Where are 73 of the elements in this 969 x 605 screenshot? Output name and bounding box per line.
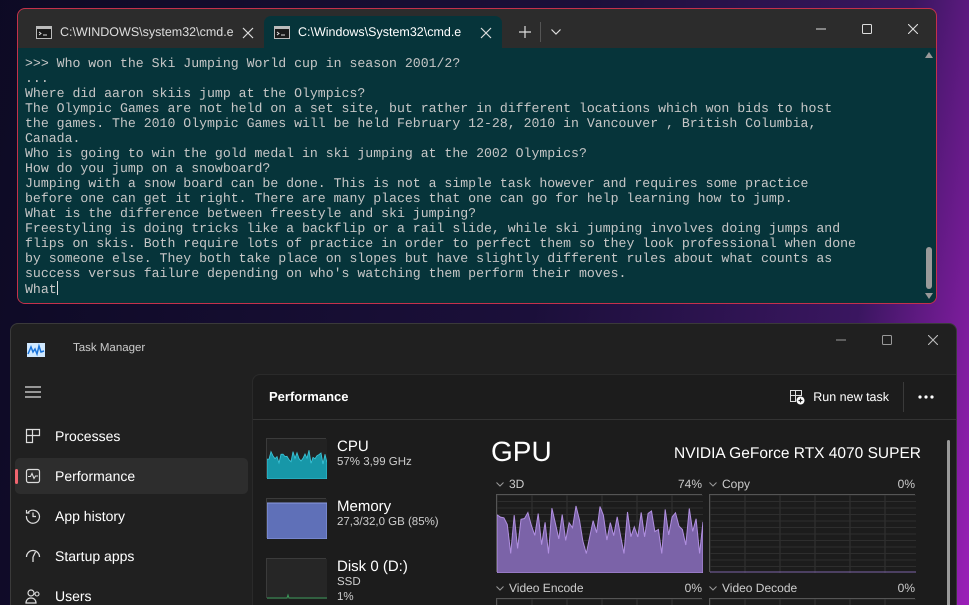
nav-item[interactable]: App history — [15, 498, 248, 534]
terminal-line: before one can get it right. There are many places that one can go for help learning how to jump. — [25, 191, 794, 206]
grid-icon — [25, 428, 41, 444]
resource-name[interactable]: Memory — [337, 498, 439, 515]
resource-detail: 27,3/32,0 GB (85%) — [337, 515, 439, 530]
memory-graph[interactable] — [267, 499, 327, 539]
run-task-icon — [789, 389, 806, 405]
page-title: Performance — [269, 388, 350, 406]
terminal-line: Who is going to win the gold medal in ski jumping at the 2002 Olympics? — [25, 146, 588, 161]
scrollbar-thumb[interactable] — [926, 247, 932, 289]
engine-name: 3D — [509, 476, 526, 493]
terminal-line: The Olympic Games are not held on a set site, but rather in different locations which won bids to host — [25, 101, 834, 116]
terminal-line: by someone else. They both take place on slopes but have slightly different rules about what counts as — [25, 251, 834, 266]
scroll-up-icon[interactable] — [925, 52, 933, 58]
gauge-icon — [25, 548, 41, 564]
terminal-line: How do you jump on a snowboard? — [25, 161, 272, 176]
plus-icon[interactable] — [519, 26, 531, 38]
nav-item[interactable]: Performance — [15, 458, 248, 494]
resource-name[interactable]: Disk 0 (D:) — [337, 558, 408, 575]
more-icon[interactable] — [918, 395, 934, 399]
cpu-graph[interactable] — [267, 439, 327, 479]
terminal-line: success versus failure depending on who's watching them perform their moves. — [25, 266, 628, 281]
terminal-line: ... — [25, 71, 50, 86]
gpu-model: NVIDIA GeForce RTX 4070 SUPER — [674, 444, 921, 464]
engine-name: Video Decode — [722, 580, 798, 597]
gpu-title: GPU — [491, 436, 552, 468]
resource-detail: SSD — [337, 575, 362, 590]
terminal-line: the games. The 2010 Olympic Games will be held February 12-28, 2010 in Vancouver , British Columbia, — [25, 116, 818, 131]
terminal-line: Where did aaron skiis jump at the Olympics? — [25, 86, 366, 101]
engine-value: 74% — [678, 476, 702, 493]
chevron-icon[interactable] — [496, 482, 504, 488]
resource-name[interactable]: CPU — [337, 438, 412, 455]
terminal-line: What is the difference between freestyle and ski jumping? — [25, 206, 478, 221]
chevron-icon[interactable] — [709, 586, 717, 592]
engine-name: Video Encode — [509, 580, 585, 597]
nav-item[interactable]: Startup apps — [15, 538, 248, 574]
maximize-icon[interactable] — [882, 335, 892, 345]
command-input[interactable]: What — [25, 282, 57, 297]
terminal-line: Freestyling is doing tricks like a backflip or a rail slide, while ski jumping involves doing jumps and — [25, 221, 842, 236]
terminal-line: >>> Who won the Ski Jumping World cup in season 2001/2? — [25, 56, 462, 71]
scrollbar-thumb[interactable] — [947, 440, 950, 605]
terminal-tab[interactable]: C:\WINDOWS\system32\cmd.e — [26, 16, 264, 48]
chevron-icon[interactable] — [709, 482, 717, 488]
chevron-icon[interactable] — [496, 586, 504, 592]
nav-item[interactable]: Users — [15, 578, 248, 605]
close-icon[interactable] — [908, 24, 918, 34]
resource-detail: 1% — [337, 590, 355, 605]
close-icon[interactable] — [928, 335, 938, 345]
terminal-tab[interactable]: C:\Windows\System32\cmd.e — [264, 16, 502, 48]
run-new-task-button[interactable]: Run new task — [783, 384, 895, 410]
engine-value: 0% — [898, 580, 915, 597]
pulse-icon — [25, 468, 41, 484]
chevron-down-icon[interactable] — [551, 29, 561, 35]
terminal-icon — [274, 24, 290, 40]
resource-detail: 57% 3,99 GHz — [337, 455, 412, 470]
window-title: Task Manager — [73, 341, 146, 356]
terminal-line: flips on skis. Both require lots of practice in order to perfect them so they look professional when done — [25, 236, 857, 251]
users-icon — [25, 588, 41, 604]
terminal-line: Jumping with a snow board can be done. This is not a simple task however and requires some practice — [25, 176, 810, 191]
terminal-icon — [36, 24, 52, 40]
task-manager-icon — [27, 342, 45, 357]
terminal-line: Canada. — [25, 131, 82, 146]
history-icon — [25, 508, 41, 524]
engine-name: Copy — [722, 476, 752, 493]
text-cursor — [56, 281, 58, 295]
nav-item[interactable]: Processes — [15, 418, 248, 454]
close-icon[interactable] — [480, 26, 492, 39]
menu-icon[interactable] — [25, 386, 41, 398]
close-icon[interactable] — [242, 26, 254, 39]
scroll-down-icon[interactable] — [925, 293, 933, 299]
engine-value: 0% — [898, 476, 915, 493]
engine-value: 0% — [684, 580, 702, 597]
disk-graph[interactable] — [267, 559, 327, 599]
